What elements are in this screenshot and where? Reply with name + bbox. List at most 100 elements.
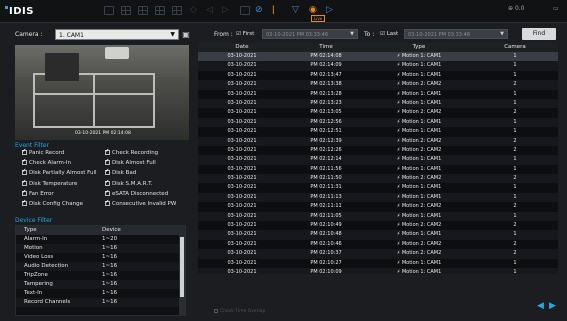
camera-settings-icon[interactable]: ▣ xyxy=(181,30,191,40)
find-button[interactable]: Find xyxy=(522,28,556,40)
event-type-label: Motion 1: CAM1 xyxy=(401,184,442,191)
prev-group-icon[interactable]: ◁ xyxy=(206,4,213,16)
event-date: 03-10-2021 xyxy=(227,231,257,238)
device-row[interactable]: Audio Detection 1~16 xyxy=(16,262,185,271)
table-row[interactable]: 03-10-2021 PM 02:12:26 ⚡ Motion 2: CAM2 2 xyxy=(198,146,558,155)
event-filter-checkbox[interactable]: Disk S.M.A.R.T. xyxy=(105,179,153,187)
prev-page-icon[interactable]: ◀ xyxy=(537,301,544,311)
layout-1x1-icon[interactable] xyxy=(104,6,114,15)
event-filter-checkbox[interactable]: Check Recording xyxy=(105,148,158,156)
layout-4x4-icon[interactable] xyxy=(155,6,165,15)
table-row[interactable]: 03-10-2021 PM 02:10:46 ⚡ Motion 2: CAM2 2 xyxy=(198,240,558,249)
chat-icon[interactable]: ▭ xyxy=(553,5,559,12)
table-row[interactable]: 03-10-2021 PM 02:11:56 ⚡ Motion 1: CAM1 1 xyxy=(198,165,558,174)
table-row[interactable]: 03-10-2021 PM 02:11:11 ⚡ Motion 2: CAM2 2 xyxy=(198,202,558,211)
event-camera: 2 xyxy=(513,81,517,88)
event-date: 03-10-2021 xyxy=(227,212,257,219)
layout-2x2-icon[interactable] xyxy=(121,6,131,15)
event-filter-checkbox[interactable]: Check Alarm-In xyxy=(22,158,71,167)
status-readout: ⊕ 0.0 xyxy=(508,5,525,12)
device-row[interactable]: Tampering 1~16 xyxy=(16,280,185,289)
search-icon[interactable]: ⊘ xyxy=(255,4,263,16)
event-type-label: Motion 1: CAM1 xyxy=(401,193,442,200)
event-filter-checkbox[interactable]: Panic Record xyxy=(22,148,64,156)
event-filter-label: Check Alarm-In xyxy=(29,160,71,167)
event-camera: 1 xyxy=(513,71,517,78)
table-row[interactable]: 03-10-2021 PM 02:13:47 ⚡ Motion 1: CAM1 1 xyxy=(198,71,558,80)
event-type: ⚡ Motion 1: CAM1 xyxy=(366,193,472,202)
table-row[interactable]: 03-10-2021 PM 02:12:56 ⚡ Motion 1: CAM1 1 xyxy=(198,117,558,128)
layout-3x3-icon[interactable] xyxy=(138,6,148,15)
event-type: ⚡ Motion 2: CAM2 xyxy=(366,240,472,249)
event-filter-checkbox[interactable]: Disk Almost Full xyxy=(105,158,156,166)
device-filter-table: Type Device Alarm-In 1~20 Motion 1~16 Video … xyxy=(15,225,186,316)
event-camera: 1 xyxy=(513,193,517,200)
table-row[interactable]: 03-10-2021 PM 02:14:09 ⚡ Motion 1: CAM1 1 xyxy=(198,61,558,71)
bookmark-icon[interactable]: ǀ xyxy=(272,4,275,16)
table-row[interactable]: 03-10-2021 PM 02:14:08 ⚡ Motion 1: CAM1 1 xyxy=(198,52,558,62)
table-row[interactable]: 03-10-2021 PM 02:11:31 ⚡ Motion 1: CAM1 1 xyxy=(198,183,558,192)
event-filter-label: Disk Temperature xyxy=(29,180,78,187)
device-row[interactable]: Video Loss 1~16 xyxy=(16,253,185,262)
from-datetime-field[interactable]: 03-10-2021 PM 03:33:46 ▼ xyxy=(262,29,358,39)
time-overlap-checkbox[interactable]: Check Time Overlap xyxy=(214,309,265,314)
table-row[interactable]: 03-10-2021 PM 02:10:27 ⚡ Motion 1: CAM1 1 xyxy=(198,259,558,268)
event-date: 03-10-2021 xyxy=(227,53,257,59)
table-row[interactable]: 03-10-2021 PM 02:13:28 ⚡ Motion 1: CAM1 1 xyxy=(198,90,558,99)
first-checkbox[interactable]: ☑ First xyxy=(236,31,254,37)
event-camera: 1 xyxy=(513,99,517,106)
camera-icon[interactable] xyxy=(240,6,250,15)
record-icon[interactable]: ▽ xyxy=(292,4,299,16)
checkmark-icon xyxy=(22,168,27,176)
table-row[interactable]: 03-10-2021 PM 02:10:37 ⚡ Motion 2: CAM2 2 xyxy=(198,249,558,259)
camera-select[interactable]: 1. CAM1 ▼ xyxy=(55,29,179,40)
event-filter-checkbox[interactable]: Disk Partially Almost Full xyxy=(22,168,97,176)
chevron-down-icon: ▼ xyxy=(170,31,175,38)
camera-label: Camera : xyxy=(15,31,43,38)
event-filter-checkbox[interactable]: Disk Temperature xyxy=(22,179,78,187)
table-row[interactable]: 03-10-2021 PM 02:12:14 ⚡ Motion 1: CAM1 1 xyxy=(198,155,558,165)
table-row[interactable]: 03-10-2021 PM 02:10:49 ⚡ Motion 2: CAM2 2 xyxy=(198,221,558,230)
results-table: Date Time Type Camera 03-10-2021 PM 02:14… xyxy=(198,43,558,274)
event-type-label: Motion 1: CAM1 xyxy=(401,118,442,125)
event-type-label: Motion 1: CAM1 xyxy=(401,62,442,69)
device-row[interactable]: Motion 1~16 xyxy=(16,244,185,253)
table-row[interactable]: 03-10-2021 PM 02:11:05 ⚡ Motion 1: CAM1 1 xyxy=(198,211,558,222)
to-datetime-field[interactable]: 03-10-2021 PM 03:33:46 ▼ xyxy=(404,29,508,39)
event-filter-checkbox[interactable]: Disk Config Change xyxy=(22,199,83,207)
table-row[interactable]: 03-10-2021 PM 02:12:51 ⚡ Motion 1: CAM1 1 xyxy=(198,127,558,136)
device-type: Text-In xyxy=(24,290,43,296)
last-checkbox[interactable]: ☑ Last xyxy=(380,31,398,37)
next-group-icon[interactable]: ▷ xyxy=(222,4,229,16)
fullscreen-icon[interactable]: ◇ xyxy=(190,4,197,16)
event-time: PM 02:13:47 xyxy=(310,71,342,78)
device-row[interactable]: Text-In 1~16 xyxy=(16,289,185,298)
event-filter-checkbox[interactable]: eSATA Disconnected xyxy=(105,189,168,197)
table-row[interactable]: 03-10-2021 PM 02:10:09 ⚡ Motion 1: CAM1 1 xyxy=(198,267,558,274)
play-icon[interactable]: ▷ xyxy=(326,4,333,16)
table-row[interactable]: 03-10-2021 PM 02:13:05 ⚡ Motion 2: CAM2 2 xyxy=(198,108,558,117)
layout-custom-icon[interactable] xyxy=(172,6,182,15)
table-row[interactable]: 03-10-2021 PM 02:13:38 ⚡ Motion 2: CAM2 2 xyxy=(198,80,558,90)
event-filter-checkbox[interactable]: Fan Error xyxy=(22,189,54,197)
event-type-label: Motion 1: CAM1 xyxy=(401,231,442,238)
event-filter-checkbox[interactable]: Consecutive Invalid PW xyxy=(105,199,177,207)
event-date: 03-10-2021 xyxy=(227,90,257,97)
device-row[interactable]: TripZone 1~16 xyxy=(16,271,185,280)
event-type-label: Motion 1: CAM1 xyxy=(401,156,442,163)
table-row[interactable]: 03-10-2021 PM 02:10:48 ⚡ Motion 1: CAM1 1 xyxy=(198,230,558,240)
event-type-label: Motion 2: CAM2 xyxy=(401,137,442,144)
event-camera: 1 xyxy=(513,184,517,191)
table-row[interactable]: 03-10-2021 PM 02:12:39 ⚡ Motion 2: CAM2 2 xyxy=(198,136,558,146)
device-type: Audio Detection xyxy=(24,263,69,269)
table-row[interactable]: 03-10-2021 PM 02:11:13 ⚡ Motion 1: CAM1 1 xyxy=(198,192,558,203)
table-row[interactable]: 03-10-2021 PM 02:11:50 ⚡ Motion 2: CAM2 2 xyxy=(198,174,558,184)
event-time: PM 02:12:51 xyxy=(310,128,342,135)
device-table-scrollbar[interactable] xyxy=(179,235,185,315)
next-page-icon[interactable]: ▶ xyxy=(549,301,556,311)
event-filter-checkbox[interactable]: Disk Bad xyxy=(105,168,136,176)
device-row[interactable]: Alarm-In 1~20 xyxy=(16,235,185,244)
table-row[interactable]: 03-10-2021 PM 02:13:23 ⚡ Motion 1: CAM1 1 xyxy=(198,98,558,109)
event-filter-label: Consecutive Invalid PW xyxy=(112,201,177,207)
device-row[interactable]: Record Channels 1~16 xyxy=(16,298,185,307)
